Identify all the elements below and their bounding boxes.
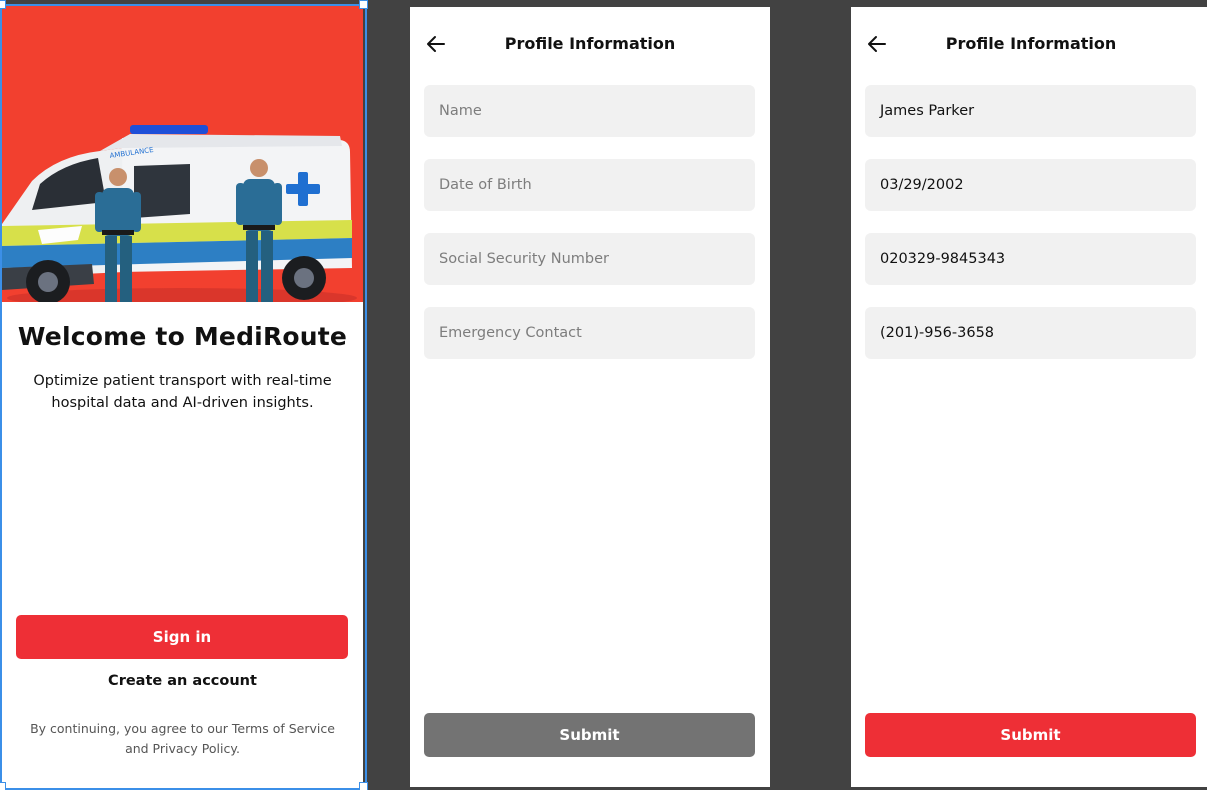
emergency-contact-field[interactable]: Emergency Contact <box>424 307 755 359</box>
name-field[interactable]: James Parker <box>865 85 1196 137</box>
welcome-screen: AMBULANCE Welcome to MediRoute Optimize … <box>2 6 363 788</box>
profile-header: Profile Information <box>410 7 770 79</box>
selection-handle-top-right[interactable] <box>359 0 368 9</box>
create-account-link[interactable]: Create an account <box>2 673 363 689</box>
date-of-birth-field[interactable]: Date of Birth <box>424 159 755 211</box>
profile-header: Profile Information <box>851 7 1207 79</box>
hero-image: AMBULANCE <box>2 6 363 302</box>
welcome-subtitle: Optimize patient transport with real-tim… <box>33 373 332 411</box>
selection-handle-bottom-left[interactable] <box>0 782 6 790</box>
selection-handle-bottom-right[interactable] <box>359 782 368 790</box>
page-title: Profile Information <box>945 34 1117 53</box>
ssn-field[interactable]: Social Security Number <box>424 233 755 285</box>
name-field[interactable]: Name <box>424 85 755 137</box>
date-of-birth-field[interactable]: 03/29/2002 <box>865 159 1196 211</box>
ambulance-illustration: AMBULANCE <box>2 6 363 302</box>
submit-button[interactable]: Submit <box>424 713 755 757</box>
profile-screen-empty: Profile Information Name Date of Birth S… <box>410 7 770 787</box>
selection-handle-top-left[interactable] <box>0 0 6 9</box>
submit-button[interactable]: Submit <box>865 713 1196 757</box>
profile-screen-filled: Profile Information James Parker 03/29/2… <box>851 7 1207 787</box>
sign-in-button[interactable]: Sign in <box>16 615 348 659</box>
legal-notice: By continuing, you agree to our Terms of… <box>30 721 335 756</box>
emergency-contact-field[interactable]: (201)-956-3658 <box>865 307 1196 359</box>
page-title: Profile Information <box>504 34 676 53</box>
design-canvas: AMBULANCE Welcome to MediRoute Optimize … <box>0 0 1207 790</box>
welcome-title: Welcome to MediRoute <box>17 322 348 351</box>
ssn-field[interactable]: 020329-9845343 <box>865 233 1196 285</box>
